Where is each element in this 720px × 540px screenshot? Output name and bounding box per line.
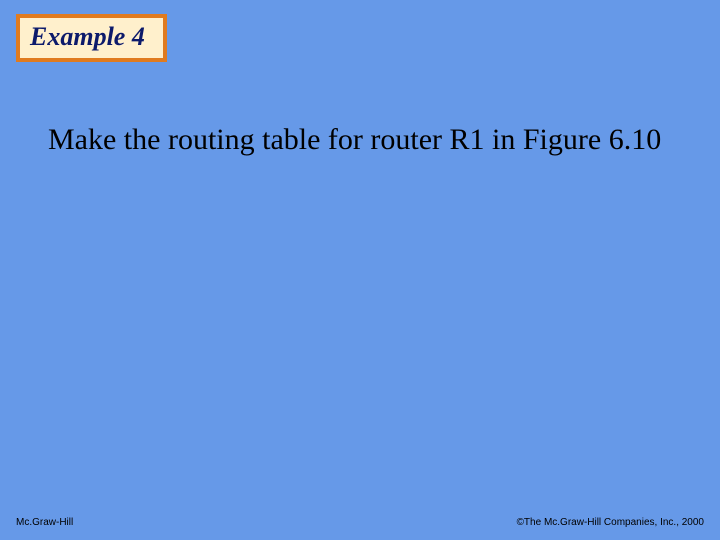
- title-box: Example 4: [16, 14, 167, 62]
- footer-left: Mc.Graw-Hill: [16, 517, 73, 528]
- footer-right: ©The Mc.Graw-Hill Companies, Inc., 2000: [517, 517, 704, 528]
- body-text: Make the routing table for router R1 in …: [48, 120, 678, 161]
- slide-title: Example 4: [30, 22, 145, 51]
- slide: Example 4 Make the routing table for rou…: [0, 0, 720, 540]
